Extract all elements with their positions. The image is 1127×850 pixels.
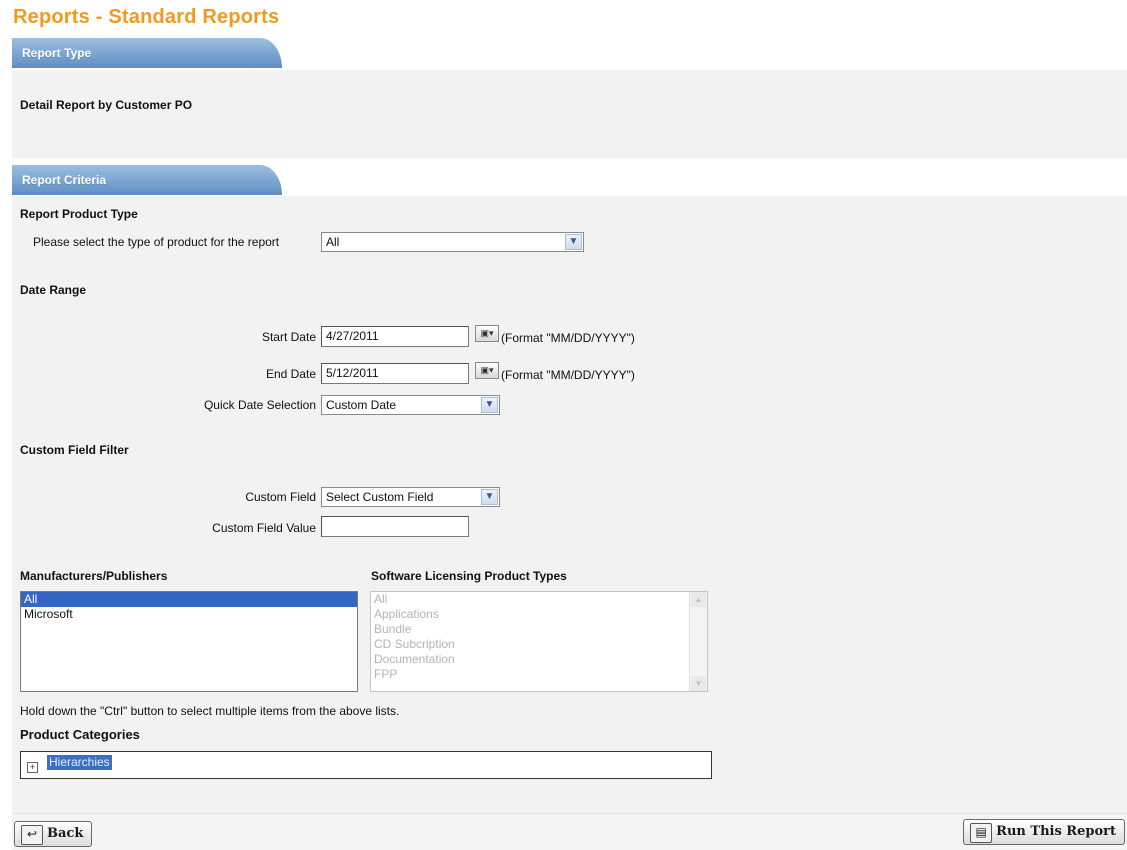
list-item[interactable]: All xyxy=(21,592,357,607)
multi-select-hint: Hold down the "Ctrl" button to select mu… xyxy=(20,704,400,718)
report-type-panel xyxy=(12,70,1127,158)
report-criteria-panel xyxy=(12,196,1127,813)
quick-date-select[interactable]: Custom Date ▼ xyxy=(321,395,500,415)
quick-date-selected: Custom Date xyxy=(326,398,397,412)
custom-field-heading: Custom Field Filter xyxy=(20,443,129,457)
custom-field-value-label: Custom Field Value xyxy=(212,521,316,535)
list-item: CD Subcription xyxy=(374,637,455,651)
run-report-button[interactable]: ▤ Run This Report xyxy=(963,819,1125,845)
start-date-format-hint: (Format "MM/DD/YYYY") xyxy=(501,331,635,345)
list-item: All xyxy=(374,592,388,606)
product-categories-heading: Product Categories xyxy=(20,727,140,742)
start-date-label: Start Date xyxy=(261,330,316,344)
report-type-tab: Report Type xyxy=(12,38,282,68)
calendar-icon[interactable]: ▣▾ xyxy=(475,362,499,379)
end-date-input[interactable]: 5/12/2011 xyxy=(321,363,469,384)
software-types-listbox[interactable]: All Applications Bundle CD Subcription D… xyxy=(370,591,708,692)
chevron-down-icon: ▼ xyxy=(565,234,582,250)
back-icon: ↩ xyxy=(21,825,43,845)
page-title: Reports - Standard Reports xyxy=(13,6,280,28)
run-report-icon: ▤ xyxy=(970,823,993,843)
start-date-input[interactable]: 4/27/2011 xyxy=(321,326,469,347)
action-bar xyxy=(12,813,1127,850)
report-criteria-tab: Report Criteria xyxy=(12,165,282,195)
product-categories-tree[interactable]: + Hierarchies xyxy=(20,751,712,779)
report-type-tab-label: Report Type xyxy=(22,46,92,60)
date-range-heading: Date Range xyxy=(20,283,87,297)
chevron-down-icon: ▼ xyxy=(481,489,498,505)
expand-icon[interactable]: + xyxy=(27,762,38,773)
manufacturers-listbox[interactable]: All Microsoft xyxy=(20,591,358,692)
product-type-prompt: Please select the type of product for th… xyxy=(33,235,280,249)
quick-date-label: Quick Date Selection xyxy=(203,398,316,412)
custom-field-label: Custom Field xyxy=(245,490,316,504)
manufacturers-heading: Manufacturers/Publishers xyxy=(20,569,168,583)
end-date-format-hint: (Format "MM/DD/YYYY") xyxy=(501,368,635,382)
list-item: Bundle xyxy=(374,622,412,636)
back-button-label: Back xyxy=(47,826,84,841)
start-date-value: 4/27/2011 xyxy=(326,329,379,343)
list-item: FPP xyxy=(374,667,398,681)
custom-field-value-input[interactable] xyxy=(321,516,469,537)
scroll-down-icon[interactable]: ▼ xyxy=(691,676,706,691)
custom-field-selected: Select Custom Field xyxy=(326,490,434,504)
software-types-heading: Software Licensing Product Types xyxy=(371,569,567,583)
product-type-select[interactable]: All ▼ xyxy=(321,232,584,252)
scroll-up-icon[interactable]: ▲ xyxy=(691,592,706,607)
run-report-button-label: Run This Report xyxy=(996,824,1116,839)
scrollbar[interactable]: ▲ ▼ xyxy=(689,592,707,691)
calendar-icon[interactable]: ▣▾ xyxy=(475,325,499,342)
report-type-value: Detail Report by Customer PO xyxy=(20,98,193,112)
end-date-value: 5/12/2011 xyxy=(326,366,379,380)
list-item: Applications xyxy=(374,607,439,621)
list-item: Documentation xyxy=(374,652,455,666)
tree-node-hierarchies[interactable]: Hierarchies xyxy=(47,755,112,770)
back-button[interactable]: ↩ Back xyxy=(14,821,93,847)
custom-field-select[interactable]: Select Custom Field ▼ xyxy=(321,487,500,507)
report-criteria-tab-label: Report Criteria xyxy=(22,173,107,187)
list-item[interactable]: Microsoft xyxy=(21,607,357,622)
chevron-down-icon: ▼ xyxy=(481,397,498,413)
product-type-heading: Report Product Type xyxy=(20,207,138,221)
end-date-label: End Date xyxy=(265,367,316,381)
product-type-selected: All xyxy=(326,235,340,249)
